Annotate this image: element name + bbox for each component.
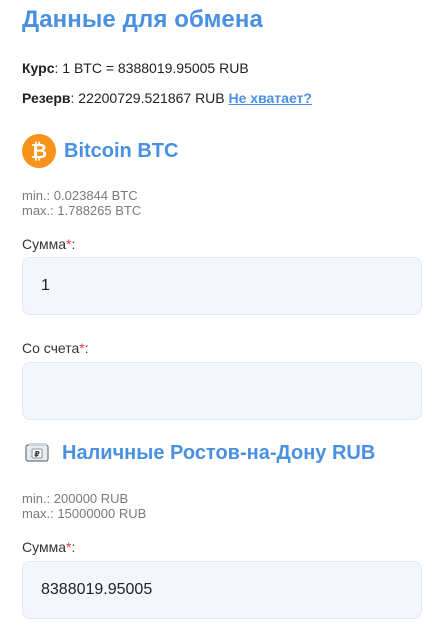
svg-text:₽: ₽ (34, 450, 40, 459)
account-input[interactable] (22, 362, 422, 420)
rate-label: Курс (22, 60, 55, 76)
give-limits: min.: 0.023844 BTC max.: 1.788265 BTC (22, 188, 141, 218)
rate-value: : 1 BTC = 8388019.95005 RUB (54, 60, 249, 76)
required-mark: * (66, 236, 72, 252)
page-title: Данные для обмена (22, 6, 263, 33)
bitcoin-icon: ₿ (22, 134, 56, 168)
account-label: Со счета*: (22, 340, 89, 356)
required-mark: * (79, 340, 85, 356)
get-limits: min.: 200000 RUB max.: 15000000 RUB (22, 491, 146, 521)
give-min: min.: 0.023844 BTC (22, 188, 138, 203)
cash-icon: ₽ (22, 438, 52, 468)
required-mark: * (66, 539, 72, 555)
give-sum-label: Сумма*: (22, 236, 76, 252)
not-enough-link[interactable]: Не хватает? (229, 90, 312, 106)
exchange-form: Данные для обмена Курс: 1 BTC = 8388019.… (0, 0, 444, 634)
reserve-value: : 22200729.521867 RUB (70, 90, 229, 106)
svg-text:₿: ₿ (31, 140, 47, 162)
get-currency-header: ₽ Наличные Ростов-на-Дону RUB (22, 438, 375, 468)
give-currency-header: ₿ Bitcoin BTC (22, 134, 178, 168)
reserve-label: Резерв (22, 90, 71, 106)
get-currency-name: Наличные Ростов-на-Дону RUB (62, 441, 376, 464)
get-max: max.: 15000000 RUB (22, 506, 147, 521)
get-min: min.: 200000 RUB (22, 491, 129, 506)
reserve-info: Резерв: 22200729.521867 RUB Не хватает? (22, 90, 312, 106)
give-sum-input[interactable] (22, 257, 422, 315)
get-sum-input[interactable] (22, 561, 422, 619)
give-max: max.: 1.788265 BTC (22, 203, 142, 218)
give-currency-name: Bitcoin BTC (64, 139, 179, 162)
get-sum-label: Сумма*: (22, 539, 76, 555)
exchange-rate: Курс: 1 BTC = 8388019.95005 RUB (22, 60, 249, 76)
